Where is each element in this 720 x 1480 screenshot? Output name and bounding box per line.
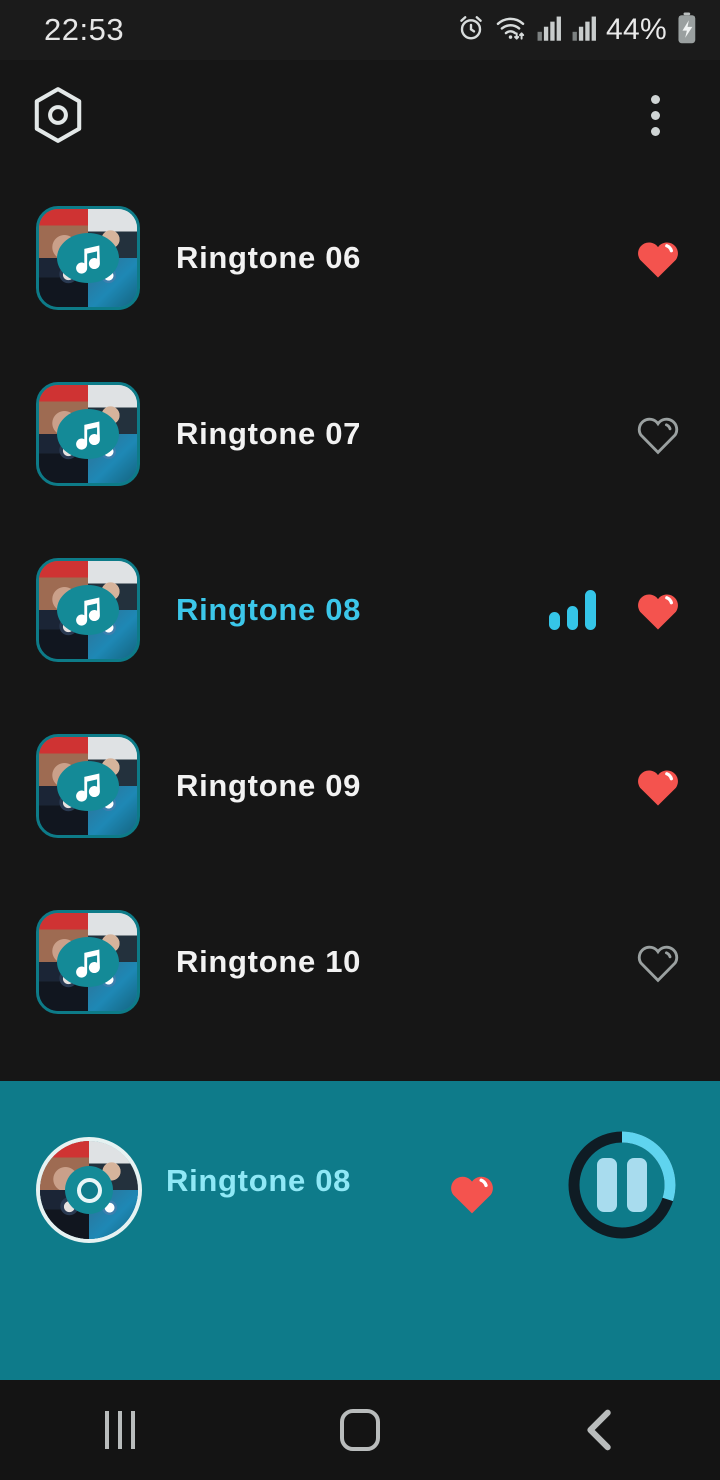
- more-vertical-icon[interactable]: [632, 87, 678, 143]
- list-item[interactable]: Ringtone 06: [0, 170, 720, 346]
- app-bar: [0, 60, 720, 170]
- battery-percent: 44%: [606, 13, 667, 46]
- ringtone-thumbnail: [36, 734, 140, 838]
- list-item[interactable]: Ringtone 10: [0, 874, 720, 1050]
- kebab-dot: [650, 110, 660, 120]
- alarm-icon: [456, 13, 486, 48]
- favorite-button[interactable]: [630, 230, 686, 286]
- favorite-button[interactable]: [630, 758, 686, 814]
- play-pause-button[interactable]: [566, 1129, 678, 1241]
- ringtone-title: Ringtone 06: [176, 240, 362, 275]
- wifi-icon: [495, 13, 527, 48]
- home-icon[interactable]: [300, 1390, 420, 1470]
- status-time: 22:53: [44, 12, 125, 47]
- list-item[interactable]: Ringtone 07: [0, 346, 720, 522]
- list-item[interactable]: Ringtone 09: [0, 698, 720, 874]
- ringtone-title: Ringtone 09: [176, 768, 362, 803]
- ringtone-thumbnail: [36, 382, 140, 486]
- android-nav-bar: [0, 1380, 720, 1480]
- ringtone-title: Ringtone 08: [176, 592, 362, 627]
- favorite-button[interactable]: [630, 406, 686, 462]
- music-note-icon: [57, 761, 119, 811]
- battery-charging-icon: [676, 12, 698, 49]
- player-title: Ringtone 08: [166, 1163, 352, 1198]
- music-note-icon: [57, 585, 119, 635]
- status-icons: 44%: [456, 12, 698, 49]
- music-note-icon: [57, 937, 119, 987]
- ringtone-list[interactable]: Ringtone 06 Ringtone 07 Ringtone 08 Ring…: [0, 170, 720, 1081]
- kebab-dot: [650, 94, 660, 104]
- equalizer-playing-icon: [549, 590, 596, 630]
- music-note-icon: [57, 233, 119, 283]
- pause-icon: [597, 1158, 647, 1212]
- ringtone-title: Ringtone 10: [176, 944, 362, 979]
- signal-icon: [536, 14, 562, 47]
- favorite-button[interactable]: [630, 582, 686, 638]
- ringtone-title: Ringtone 07: [176, 416, 362, 451]
- player-favorite-button[interactable]: [444, 1165, 500, 1221]
- signal-icon: [571, 14, 597, 47]
- kebab-dot: [650, 126, 660, 136]
- ringtone-thumbnail: [36, 910, 140, 1014]
- hexagon-logo-icon[interactable]: [30, 87, 86, 143]
- album-hub-icon: [65, 1166, 113, 1214]
- ringtone-thumbnail: [36, 558, 140, 662]
- app-screen: 22:53 44% Ringtone 06 Ringtone 07 Ringto…: [0, 0, 720, 1480]
- back-icon[interactable]: [540, 1390, 660, 1470]
- music-note-icon: [57, 409, 119, 459]
- status-bar: 22:53 44%: [0, 0, 720, 60]
- ringtone-thumbnail: [36, 206, 140, 310]
- list-item[interactable]: Ringtone 08: [0, 522, 720, 698]
- recents-icon[interactable]: [60, 1390, 180, 1470]
- player-album-art: [36, 1137, 142, 1243]
- favorite-button[interactable]: [630, 934, 686, 990]
- player-bar[interactable]: Ringtone 08: [0, 1081, 720, 1380]
